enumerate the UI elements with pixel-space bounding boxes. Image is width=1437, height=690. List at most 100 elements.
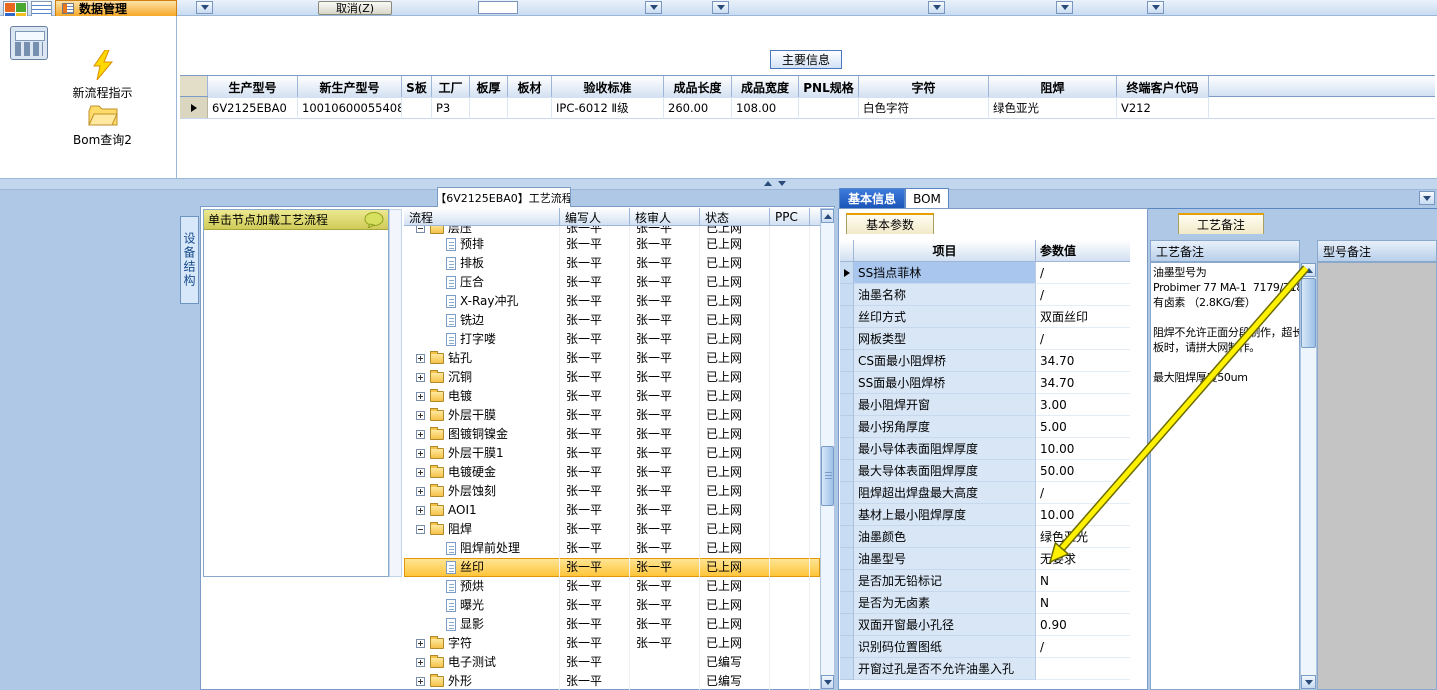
param-row[interactable]: CS面最小阻焊桥 34.70 bbox=[840, 350, 1130, 372]
param-row[interactable]: 基材上最小阻焊厚度 10.00 bbox=[840, 504, 1130, 526]
sub-tab-process-notes[interactable]: 工艺备注 bbox=[1178, 213, 1264, 234]
flow-tree-row[interactable]: 阻焊前处理 张一平 张一平 已上网 bbox=[404, 539, 820, 558]
scrollbar-thumb[interactable] bbox=[821, 446, 834, 506]
param-row[interactable]: 是否加无铅标记 N bbox=[840, 570, 1130, 592]
tree-expand-icon[interactable] bbox=[416, 639, 425, 648]
param-row[interactable]: 最小拐角厚度 5.00 bbox=[840, 416, 1130, 438]
notes-scrollbar[interactable] bbox=[1300, 262, 1317, 690]
param-row[interactable]: 油墨颜色 绿色亚光 bbox=[840, 526, 1130, 548]
flow-tree-row[interactable]: 曝光 张一平 张一平 已上网 bbox=[404, 596, 820, 615]
hint-row[interactable]: 单击节点加载工艺流程 bbox=[204, 210, 388, 230]
flow-tree-scrollbar[interactable] bbox=[820, 208, 835, 690]
tree-expand-icon[interactable] bbox=[416, 525, 425, 534]
flow-tree-row[interactable]: 电镀硬金 张一平 张一平 已上网 bbox=[404, 463, 820, 482]
tree-expand-icon[interactable] bbox=[416, 430, 425, 439]
main-table-column-header[interactable]: 阻焊 bbox=[989, 76, 1117, 98]
main-table-column-header[interactable]: 板材 bbox=[508, 76, 552, 98]
flow-tree-row[interactable]: AOI1 张一平 张一平 已上网 bbox=[404, 501, 820, 520]
flow-tree-row[interactable]: 铣边 张一平 张一平 已上网 bbox=[404, 311, 820, 330]
param-row[interactable]: 油墨名称 / bbox=[840, 284, 1130, 306]
flow-tree-row[interactable]: 电子测试 张一平 已编写 bbox=[404, 653, 820, 672]
flow-tree-row[interactable]: 外层干膜1 张一平 张一平 已上网 bbox=[404, 444, 820, 463]
param-value[interactable]: 5.00 bbox=[1036, 416, 1130, 438]
flow-panel-tab[interactable]: 【6V2125EBA0】工艺流程 bbox=[437, 187, 571, 207]
param-row[interactable]: 最小导体表面阻焊厚度 10.00 bbox=[840, 438, 1130, 460]
main-table-column-header[interactable]: 成品长度 bbox=[664, 76, 732, 98]
column-header-reviewer[interactable]: 核审人 bbox=[630, 208, 700, 226]
param-row[interactable]: 双面开窗最小孔径 0.90 bbox=[840, 614, 1130, 636]
tab-basic-info[interactable]: 基本信息 bbox=[839, 188, 905, 209]
column-header-process-note[interactable]: 工艺备注 bbox=[1150, 240, 1300, 262]
param-value[interactable]: / bbox=[1036, 636, 1130, 658]
tree-expand-icon[interactable] bbox=[416, 468, 425, 477]
tree-expand-icon[interactable] bbox=[416, 226, 425, 233]
param-value[interactable]: / bbox=[1036, 328, 1130, 350]
hint-list-scrollbar[interactable] bbox=[389, 209, 402, 577]
param-row[interactable]: 最大导体表面阻焊厚度 50.00 bbox=[840, 460, 1130, 482]
toolbar-combo-arrow[interactable] bbox=[645, 1, 662, 14]
param-value[interactable]: 34.70 bbox=[1036, 350, 1130, 372]
tree-expand-icon[interactable] bbox=[416, 506, 425, 515]
flow-tree-row[interactable]: 压合 张一平 张一平 已上网 bbox=[404, 273, 820, 292]
tab-list-dropdown[interactable] bbox=[1419, 191, 1435, 205]
toolbar-combo-arrow[interactable] bbox=[712, 1, 729, 14]
tree-expand-icon[interactable] bbox=[416, 392, 425, 401]
scroll-up-button[interactable] bbox=[821, 209, 834, 223]
scrollbar-thumb[interactable] bbox=[1301, 278, 1316, 348]
param-value[interactable]: / bbox=[1036, 482, 1130, 504]
param-row[interactable]: 网板类型 / bbox=[840, 328, 1130, 350]
flow-tree-row[interactable]: 排板 张一平 张一平 已上网 bbox=[404, 254, 820, 273]
tab-bom[interactable]: BOM bbox=[905, 188, 949, 209]
column-header-flow[interactable]: 流程 bbox=[404, 208, 560, 226]
toolbar-combo-arrow[interactable] bbox=[1147, 1, 1164, 14]
param-value[interactable]: 50.00 bbox=[1036, 460, 1130, 482]
main-table-column-header[interactable]: PNL规格 bbox=[799, 76, 859, 98]
tree-expand-icon[interactable] bbox=[416, 487, 425, 496]
flow-tree-row[interactable]: 显影 张一平 张一平 已上网 bbox=[404, 615, 820, 634]
column-header-value[interactable]: 参数值 bbox=[1036, 240, 1130, 261]
flow-tree-row[interactable]: 阻焊 张一平 张一平 已上网 bbox=[404, 520, 820, 539]
sub-tab-basic-params[interactable]: 基本参数 bbox=[846, 213, 934, 234]
main-table-column-header[interactable]: 新生产型号 bbox=[298, 76, 402, 98]
param-row[interactable]: SS面最小阻焊桥 34.70 bbox=[840, 372, 1130, 394]
column-header-ppc[interactable]: PPC bbox=[770, 208, 810, 226]
tree-expand-icon[interactable] bbox=[416, 411, 425, 420]
param-value[interactable]: 绿色亚光 bbox=[1036, 526, 1130, 548]
main-table-column-header[interactable]: 工厂 bbox=[432, 76, 470, 98]
flow-tree-row[interactable]: 外层干膜 张一平 张一平 已上网 bbox=[404, 406, 820, 425]
cancel-button[interactable]: 取消(Z) bbox=[318, 1, 392, 15]
param-value[interactable]: 双面丝印 bbox=[1036, 306, 1130, 328]
param-value[interactable]: / bbox=[1036, 262, 1130, 284]
flow-tree-row[interactable]: 预排 张一平 张一平 已上网 bbox=[404, 235, 820, 254]
param-row[interactable]: SS挡点菲林 / bbox=[840, 262, 1130, 284]
column-header-writer[interactable]: 编写人 bbox=[560, 208, 630, 226]
param-value[interactable]: 34.70 bbox=[1036, 372, 1130, 394]
toolbar-input[interactable] bbox=[478, 1, 518, 14]
main-table-column-header[interactable]: 生产型号 bbox=[208, 76, 298, 98]
main-table-column-header[interactable]: 终端客户代码 bbox=[1117, 76, 1209, 98]
flow-tree-row[interactable]: 层压 张一平 张一平 已上网 bbox=[404, 226, 820, 235]
param-row[interactable]: 是否为无卤素 N bbox=[840, 592, 1130, 614]
param-row[interactable]: 油墨型号 无要求 bbox=[840, 548, 1130, 570]
column-header-model-note[interactable]: 型号备注 bbox=[1317, 240, 1437, 262]
flow-tree-row[interactable]: 外形 张一平 已编写 bbox=[404, 672, 820, 690]
scroll-up-button[interactable] bbox=[1301, 263, 1316, 277]
param-value[interactable]: N bbox=[1036, 570, 1130, 592]
tree-expand-icon[interactable] bbox=[416, 658, 425, 667]
toolbar-combo-arrow[interactable] bbox=[196, 1, 213, 14]
tree-expand-icon[interactable] bbox=[416, 354, 425, 363]
param-row[interactable]: 识别码位置图纸 / bbox=[840, 636, 1130, 658]
flow-tree-row[interactable]: 预烘 张一平 张一平 已上网 bbox=[404, 577, 820, 596]
data-management-header[interactable]: 数据管理 bbox=[55, 0, 177, 17]
flow-tree-row[interactable]: X-Ray冲孔 张一平 张一平 已上网 bbox=[404, 292, 820, 311]
flow-tree-row[interactable]: 打字喽 张一平 张一平 已上网 bbox=[404, 330, 820, 349]
flow-tree-row[interactable]: 电镀 张一平 张一平 已上网 bbox=[404, 387, 820, 406]
param-value[interactable]: 10.00 bbox=[1036, 504, 1130, 526]
main-table-column-header[interactable]: S板 bbox=[402, 76, 432, 98]
param-row[interactable]: 丝印方式 双面丝印 bbox=[840, 306, 1130, 328]
flow-tree-row[interactable]: 外层蚀刻 张一平 张一平 已上网 bbox=[404, 482, 820, 501]
column-header-item[interactable]: 项目 bbox=[854, 240, 1036, 261]
splitter-arrows[interactable] bbox=[764, 181, 786, 186]
toolbar-combo-arrow[interactable] bbox=[928, 1, 945, 14]
main-table-column-header[interactable]: 验收标准 bbox=[552, 76, 664, 98]
